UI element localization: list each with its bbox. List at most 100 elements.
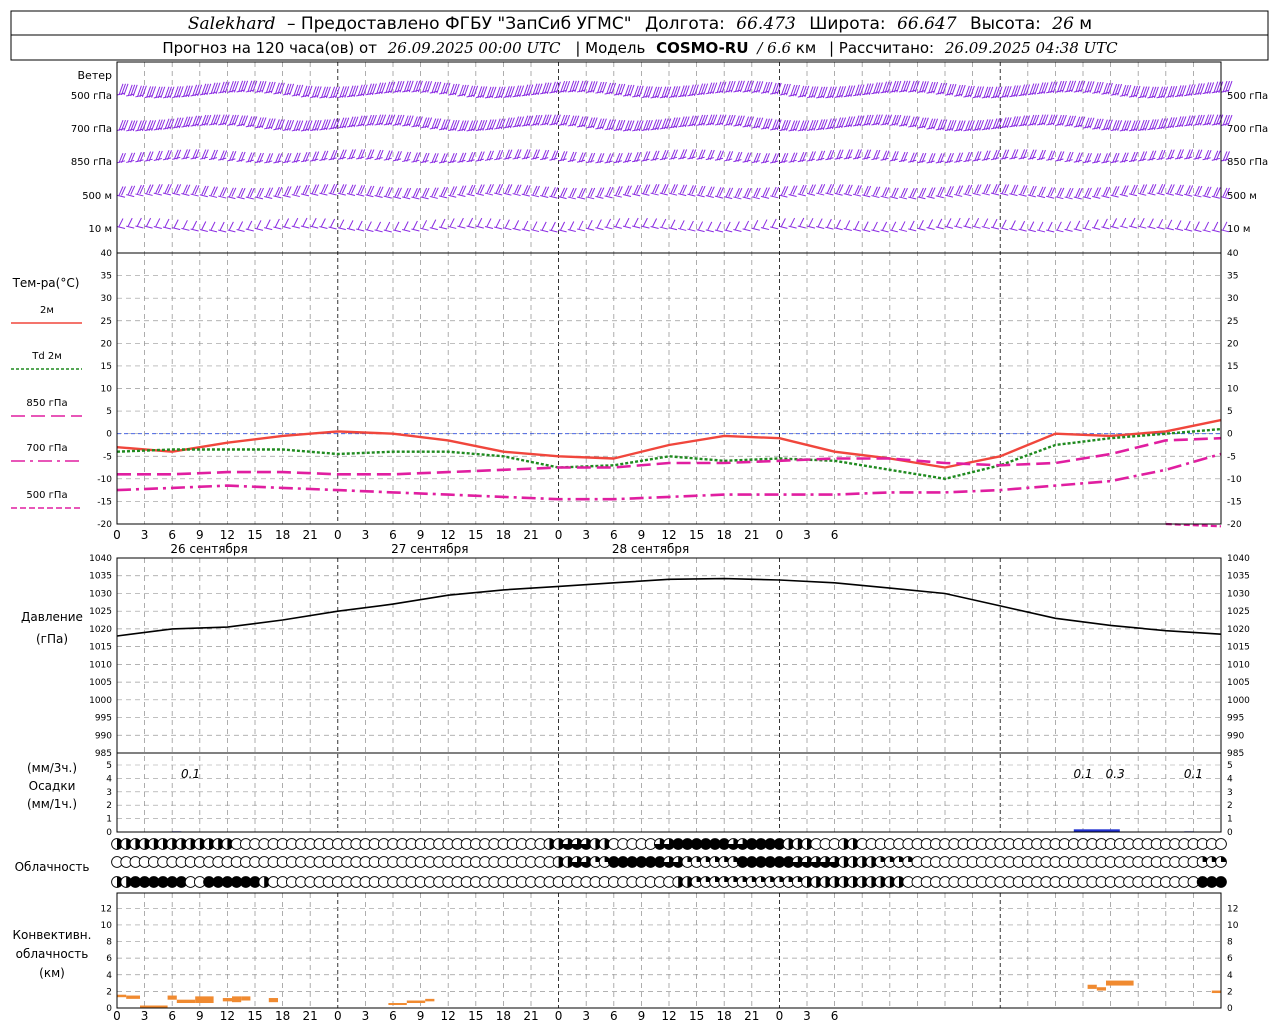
- wind-barb-shaft: [1046, 229, 1055, 233]
- wind-barb-shaft: [1046, 157, 1055, 161]
- wind-barb-shaft: [135, 193, 144, 197]
- wind-barb-shaft: [1027, 229, 1036, 233]
- wind-barb-shaft: [1119, 193, 1128, 197]
- clouds-title: Облачность: [15, 860, 90, 874]
- x-tick-label: 21: [303, 528, 318, 542]
- wind-barb-shaft: [714, 195, 724, 199]
- wind-barb-shaft: [733, 159, 742, 163]
- x-tick-label: 6: [168, 528, 176, 542]
- wind-barb-feather: [1204, 221, 1210, 231]
- wind-barb-shaft: [1073, 196, 1082, 200]
- wind-barb-shaft: [227, 229, 236, 233]
- conv-tick-label-left: 2: [106, 987, 112, 997]
- wind-barb-feather: [900, 221, 906, 230]
- forecast-from: 26.09.2025 00:00 UTC: [387, 39, 561, 57]
- wind-level-label-right: 700 гПа: [1227, 124, 1268, 135]
- x-tick-label: 9: [417, 1009, 425, 1023]
- wind-barb-feather: [265, 219, 271, 228]
- wind-barb-shaft: [328, 192, 337, 196]
- wind-barb-shaft: [420, 160, 429, 164]
- wind-barb-feather: [357, 220, 363, 230]
- x-tick-label: 9: [196, 1009, 204, 1023]
- temp-tick-label-right: -20: [1227, 520, 1242, 530]
- wind-barb-shaft: [1110, 160, 1119, 164]
- wind-barb-feather: [320, 218, 326, 227]
- wind-barb-shaft: [1211, 229, 1220, 233]
- wind-barb-shaft: [880, 195, 889, 199]
- x-tick-label: 15: [247, 1009, 262, 1023]
- wind-barb-shaft: [880, 229, 889, 233]
- conv-bar: [1106, 980, 1134, 986]
- x-tick-label: 0: [113, 528, 121, 542]
- date-label: 27 сентября: [391, 542, 468, 556]
- wind-barb-feather: [560, 221, 566, 231]
- wind-barb-shaft: [806, 192, 816, 196]
- wind-barb-shaft: [908, 196, 917, 200]
- wind-barb-shaft: [448, 225, 457, 229]
- x-tick-label: 3: [362, 1009, 370, 1023]
- wind-barb-shaft: [714, 157, 724, 161]
- wind-barb-shaft: [245, 196, 254, 200]
- wind-barb-shaft: [944, 225, 954, 229]
- wind-barb-shaft: [908, 159, 917, 163]
- wind-barb-shaft: [135, 159, 144, 163]
- wind-barb-shaft: [1156, 157, 1165, 161]
- precip-value-label: 0.3: [1106, 767, 1125, 781]
- temp-tick-label-right: -15: [1227, 497, 1242, 507]
- wind-level-label-left: 500 гПа: [71, 91, 112, 102]
- wind-barb-feather: [311, 217, 317, 227]
- wind-barb-shaft: [724, 229, 733, 233]
- wind-barb-feather: [1102, 218, 1108, 228]
- wind-barb-feather: [486, 218, 492, 227]
- wind-barb-shaft: [181, 227, 190, 231]
- wind-barb-shaft: [540, 195, 549, 198]
- wind-barb-shaft: [963, 193, 972, 197]
- wind-level-label-right: 500 гПа: [1227, 91, 1268, 102]
- wind-barb-shaft: [549, 195, 558, 199]
- wind-barb-feather: [1139, 217, 1145, 227]
- wind-barb-shaft: [1073, 159, 1082, 163]
- wind-barb-shaft: [954, 225, 963, 229]
- wind-barb-feather: [274, 218, 280, 228]
- temp-tick-label-left: 20: [101, 339, 113, 349]
- wind-barb-shaft: [199, 229, 208, 233]
- wind-barb-shaft: [466, 193, 475, 197]
- wind-barb-feather: [284, 218, 290, 227]
- x-tick-label: 15: [689, 1009, 704, 1023]
- pressure-tick-label-left: 1020: [89, 625, 112, 635]
- wind-barb-shaft: [1018, 156, 1027, 160]
- conv-tick-label-left: 8: [106, 938, 112, 948]
- wind-barb-shaft: [374, 229, 383, 233]
- wind-barb-feather: [146, 217, 152, 227]
- wind-barb-feather: [504, 219, 510, 228]
- wind-barb-shaft: [337, 156, 346, 160]
- x-tick-label: 12: [661, 528, 676, 542]
- wind-barb-shaft: [1165, 227, 1174, 231]
- wind-barb-shaft: [1156, 192, 1165, 196]
- wind-barb-shaft: [1165, 192, 1174, 196]
- pressure-tick-label-right: 985: [1227, 749, 1244, 759]
- wind-barb-shaft: [126, 225, 135, 229]
- wind-barb-shaft: [990, 226, 1000, 230]
- x-tick-label: 6: [168, 1009, 176, 1023]
- wind-barb-feather: [688, 220, 694, 230]
- wind-barb-shaft: [475, 158, 484, 162]
- temp-title: Тем-ра(°С): [12, 276, 80, 290]
- wind-barb-shaft: [328, 226, 337, 230]
- wind-barb-feather: [615, 218, 621, 227]
- wind-barb-shaft: [595, 195, 604, 199]
- wind-barb-feather: [652, 218, 658, 227]
- wind-barb-shaft: [797, 193, 806, 197]
- conv-bar: [176, 999, 196, 1004]
- wind-barb-shaft: [144, 192, 153, 196]
- wind-barb-feather: [836, 219, 842, 228]
- wind-barb-feather: [403, 221, 409, 230]
- precip-tick-label-left: 3: [106, 788, 112, 798]
- wind-barb-shaft: [126, 159, 135, 163]
- cloud-cover-fill: [1221, 856, 1227, 862]
- wind-barb-shaft: [1009, 156, 1018, 160]
- wind-barb-feather: [707, 221, 713, 231]
- wind-barb-shaft: [153, 158, 162, 161]
- wind-barb-feather: [136, 217, 142, 227]
- x-tick-label: 6: [831, 1009, 839, 1023]
